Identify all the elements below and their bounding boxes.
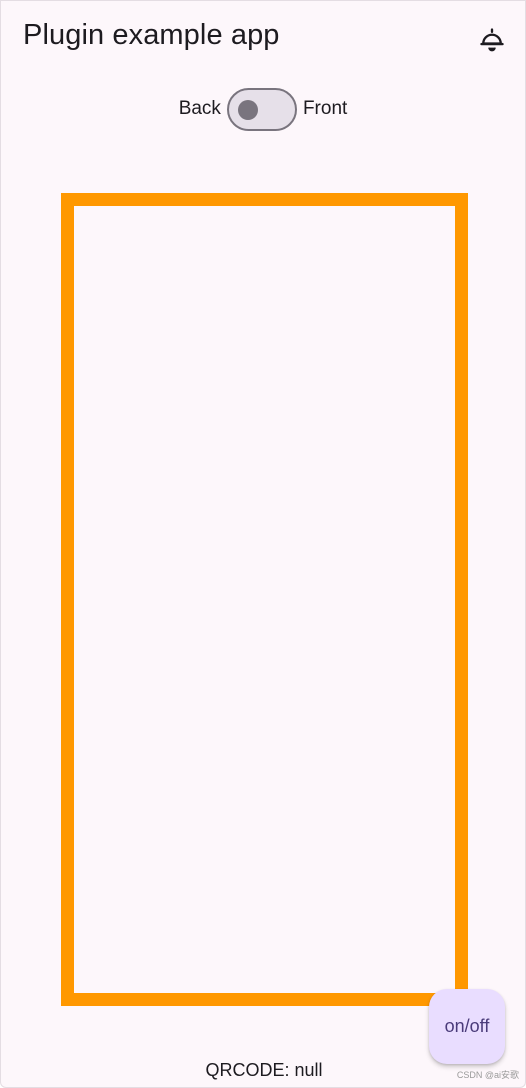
flash-light-icon [480, 28, 504, 52]
page-title: Plugin example app [23, 19, 280, 51]
switch-thumb [237, 99, 258, 120]
flash-toggle-button[interactable] [475, 23, 509, 57]
camera-switch[interactable] [226, 87, 297, 131]
camera-direction-toggle: Back Front [1, 87, 525, 131]
app-screen: Plugin example app Back Front QRCODE: nu… [0, 0, 526, 1088]
app-bar: Plugin example app [1, 1, 525, 77]
on-off-button[interactable]: on/off [429, 989, 505, 1064]
scan-frame [61, 193, 468, 1006]
front-label: Front [302, 98, 348, 119]
back-label: Back [178, 98, 221, 119]
watermark: CSDN @ai安歌 [456, 1070, 519, 1080]
